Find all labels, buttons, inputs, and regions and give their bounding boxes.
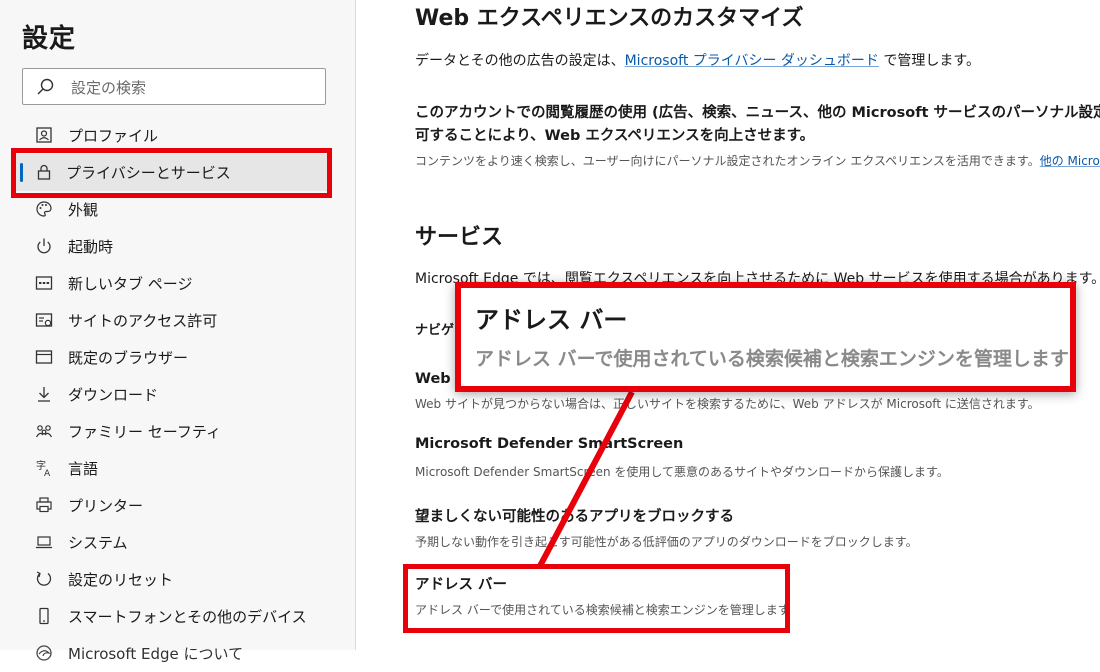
ad-text-before: データとその他の広告の設定は、: [415, 53, 625, 69]
nav-label: 設定のリセット: [68, 571, 174, 589]
profile-icon: [36, 127, 52, 143]
other-microsoft-link[interactable]: 他の Microsoft の広: [1040, 154, 1100, 168]
palette-icon: [36, 201, 52, 217]
laptop-icon: [36, 536, 52, 549]
nav-label: サイトのアクセス許可: [68, 312, 218, 330]
reset-icon: [36, 571, 52, 586]
family-icon: [35, 425, 53, 438]
svg-text:A: A: [44, 469, 51, 478]
history-desc-text: コンテンツをより速く検索し、ユーザー向けにパーソナル設定されたオンライン エクス…: [415, 154, 1040, 168]
nav-label: スマートフォンとその他のデバイス: [68, 608, 307, 626]
address-bar-title[interactable]: アドレス バー: [415, 573, 507, 594]
power-icon: [37, 238, 51, 254]
history-setting-desc: コンテンツをより速く検索し、ユーザー向けにパーソナル設定されたオンライン エクス…: [415, 152, 1100, 169]
nav-item-family-safety[interactable]: ファミリー セーフティ: [0, 413, 356, 450]
nav-label: 新しいタブ ページ: [68, 275, 193, 293]
printer-icon: [36, 497, 52, 513]
nav-label: ファミリー セーフティ: [68, 423, 221, 441]
site-permissions-icon: [35, 313, 53, 327]
nav-item-reset[interactable]: 設定のリセット: [0, 561, 356, 598]
language-icon: 字 A: [36, 459, 51, 478]
smartscreen-desc: Microsoft Defender SmartScreen を使用して悪意のあ…: [415, 465, 949, 479]
nav-item-default-browser[interactable]: 既定のブラウザー: [0, 339, 356, 376]
nav-label: システム: [68, 534, 128, 552]
callout-desc: アドレス バーで使用されている検索候補と検索エンジンを管理します: [475, 348, 1069, 370]
settings-sidebar: 設定 プロファイル プライバシーとサービス: [0, 0, 356, 663]
ad-text-after: で管理します。: [878, 53, 980, 69]
ad-settings-text: データとその他の広告の設定は、Microsoft プライバシー ダッシュボード …: [415, 50, 980, 70]
nav-item-privacy[interactable]: プライバシーとサービス: [16, 154, 328, 191]
active-indicator: [20, 163, 23, 182]
nav-label: プライバシーとサービス: [66, 164, 231, 182]
nav-item-printers[interactable]: プリンター: [0, 487, 356, 524]
nav-label: 起動時: [68, 238, 114, 256]
nav-item-downloads[interactable]: ダウンロード: [0, 376, 356, 413]
nav-label: プリンター: [68, 497, 144, 515]
nav-item-new-tab[interactable]: 新しいタブ ページ: [0, 265, 356, 302]
new-tab-icon: [35, 276, 53, 290]
settings-title: 設定: [22, 24, 77, 54]
browser-icon: [35, 350, 53, 364]
settings-search-box[interactable]: [22, 68, 326, 106]
nav-item-phone-devices[interactable]: スマートフォンとその他のデバイス: [0, 598, 356, 635]
nav-label: Microsoft Edge について: [68, 645, 244, 663]
settings-search-input[interactable]: [69, 69, 323, 106]
nav-label: 既定のブラウザー: [68, 349, 189, 367]
nav-item-about-edge[interactable]: Microsoft Edge について: [0, 635, 356, 672]
section-title-services: サービス: [415, 225, 504, 250]
edge-icon: [36, 645, 52, 661]
history-setting-title-line1: このアカウントでの閲覧履歴の使用 (広告、検索、ニュース、他の Microsof…: [415, 105, 1100, 121]
settings-nav: プロファイル プライバシーとサービス 外観 起動時 新しいタブ ページ サイトの…: [0, 117, 356, 672]
nav-label: 言語: [68, 460, 99, 478]
privacy-dashboard-link[interactable]: Microsoft プライバシー ダッシュボード: [625, 53, 879, 69]
smartscreen-title[interactable]: Microsoft Defender SmartScreen: [415, 436, 683, 452]
address-bar-callout: アドレス バー アドレス バーで使用されている検索候補と検索エンジンを管理します: [455, 282, 1076, 392]
nav-item-profile[interactable]: プロファイル: [0, 117, 356, 154]
nav-item-appearance[interactable]: 外観: [0, 191, 356, 228]
download-icon: [38, 387, 50, 402]
nav-item-site-permissions[interactable]: サイトのアクセス許可: [0, 302, 356, 339]
nav-label: プロファイル: [68, 127, 159, 145]
history-setting-title-line2: 可することにより、Web エクスペリエンスを向上させます。: [415, 128, 815, 144]
pua-block-desc: 予期しない動作を引き起こす可能性がある低評価のアプリのダウンロードをブロックしま…: [415, 535, 918, 549]
phone-icon: [39, 607, 49, 625]
callout-title: アドレス バー: [475, 306, 628, 334]
nav-item-languages[interactable]: 字 A 言語: [0, 450, 356, 487]
nav-item-startup[interactable]: 起動時: [0, 228, 356, 265]
web-service-desc: Web サイトが見つからない場合は、正しいサイトを検索するために、Web アドレ…: [415, 397, 1040, 411]
nav-label: 外観: [68, 201, 99, 219]
nav-item-system[interactable]: システム: [0, 524, 356, 561]
search-icon: [37, 78, 54, 95]
section-title-web-experience: Web エクスペリエンスのカスタマイズ: [415, 6, 804, 31]
lock-icon: [37, 164, 51, 180]
nav-label: ダウンロード: [68, 386, 159, 404]
address-bar-desc: アドレス バーで使用されている検索候補と検索エンジンを管理します: [415, 603, 790, 617]
pua-block-title[interactable]: 望ましくない可能性のあるアプリをブロックする: [415, 505, 734, 526]
